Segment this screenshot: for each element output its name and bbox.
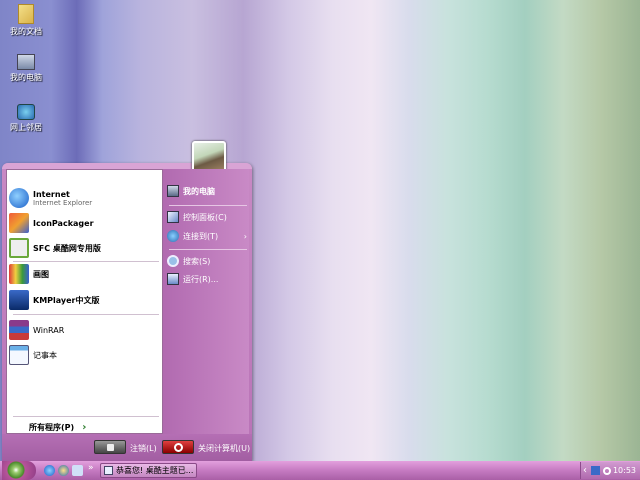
shutdown-button[interactable] — [162, 440, 194, 454]
kmplayer-icon — [9, 290, 29, 310]
control-panel-icon — [167, 211, 179, 223]
start-item-kmplayer[interactable]: KMPlayer中文版 — [9, 290, 159, 310]
desktop-icon-label: 网上邻居 — [10, 123, 42, 132]
start-item-internet[interactable]: Internet Internet Explorer — [9, 188, 159, 208]
start-item-label: WinRAR — [33, 325, 65, 335]
winrar-icon — [9, 320, 29, 340]
start-item-sublabel: Internet Explorer — [33, 198, 93, 207]
sfc-icon — [9, 238, 29, 258]
start-item-label: SFC 桌酷网专用版 — [33, 243, 101, 253]
place-label: 连接到(T) — [183, 231, 219, 241]
shutdown-label[interactable]: 关闭计算机(U) — [198, 443, 250, 454]
taskbar: » 恭喜您! 桌酷主题已... ‹ 10:53 — [0, 461, 640, 480]
all-programs-label: 所有程序(P) — [29, 423, 75, 432]
my-documents-icon — [18, 4, 34, 24]
place-label: 运行(R)... — [183, 274, 219, 284]
network-icon — [17, 104, 35, 120]
all-programs-button[interactable]: 所有程序(P) › — [29, 422, 179, 433]
places-divider — [169, 205, 247, 206]
search-icon — [167, 255, 179, 267]
place-connect-to[interactable]: 连接到(T) › — [167, 230, 247, 242]
recent-divider — [13, 314, 159, 315]
taskbar-window-label: 恭喜您! 桌酷主题已... — [116, 466, 194, 475]
start-menu: Internet Internet Explorer IconPackager … — [2, 141, 252, 461]
window-icon — [104, 466, 113, 475]
my-computer-icon — [17, 54, 35, 70]
place-my-computer[interactable]: 我的电脑 — [167, 185, 247, 197]
quicklaunch-expand-icon[interactable]: » — [88, 463, 94, 473]
notepad-icon — [9, 345, 29, 365]
desktop-quicklaunch-icon[interactable] — [72, 465, 83, 476]
connect-icon — [167, 230, 179, 242]
place-label: 控制面板(C) — [183, 212, 227, 222]
place-control-panel[interactable]: 控制面板(C) — [167, 211, 247, 223]
place-search[interactable]: 搜索(S) — [167, 255, 247, 267]
start-item-label: 画图 — [33, 269, 49, 279]
network-tray-icon[interactable] — [591, 466, 600, 475]
start-item-winrar[interactable]: WinRAR — [9, 320, 159, 340]
logoff-button[interactable] — [94, 440, 126, 454]
start-menu-programs-pane: Internet Internet Explorer IconPackager … — [6, 169, 163, 434]
start-item-label: 记事本 — [33, 350, 57, 360]
ie-icon — [9, 188, 29, 208]
computer-icon — [167, 185, 179, 197]
logoff-label[interactable]: 注销(L) — [130, 443, 157, 454]
start-button[interactable] — [2, 461, 36, 480]
clock[interactable]: 10:53 — [613, 466, 636, 475]
taskbar-window-button[interactable]: 恭喜您! 桌酷主题已... — [100, 463, 197, 478]
desktop-icon-network[interactable]: 网上邻居 — [4, 104, 48, 133]
start-item-sfc[interactable]: SFC 桌酷网专用版 — [9, 238, 159, 258]
start-menu-footer: 注销(L) 关闭计算机(U) — [2, 434, 252, 461]
all-programs-divider — [13, 416, 159, 417]
places-divider — [169, 249, 247, 250]
power-icon — [174, 443, 183, 452]
tray-expand-icon[interactable]: ‹ — [583, 465, 587, 476]
ie-quicklaunch-icon[interactable] — [44, 465, 55, 476]
desktop-icon-my-computer[interactable]: 我的电脑 — [4, 54, 48, 83]
volume-tray-icon[interactable] — [603, 466, 611, 475]
start-item-notepad[interactable]: 记事本 — [9, 345, 159, 365]
system-tray: ‹ 10:53 — [580, 462, 640, 479]
start-menu-places-pane: 我的电脑 控制面板(C) 连接到(T) › 搜索(S) 运行(R)... — [163, 169, 249, 434]
start-item-paint[interactable]: 画图 — [9, 264, 159, 284]
start-item-label: Internet — [33, 189, 70, 199]
lock-icon — [107, 444, 114, 451]
start-item-label: KMPlayer中文版 — [33, 295, 100, 305]
desktop-icon-label: 我的电脑 — [10, 73, 42, 82]
desktop-icon-label: 我的文档 — [10, 27, 42, 36]
place-label: 我的电脑 — [183, 186, 215, 196]
arrow-right-icon: › — [82, 422, 87, 433]
run-icon — [167, 273, 179, 285]
start-item-iconpackager[interactable]: IconPackager — [9, 213, 159, 233]
place-run[interactable]: 运行(R)... — [167, 273, 247, 285]
start-item-label: IconPackager — [33, 218, 94, 228]
place-label: 搜索(S) — [183, 256, 211, 266]
browser-quicklaunch-icon[interactable] — [58, 465, 69, 476]
paint-icon — [9, 264, 29, 284]
desktop-icon-my-documents[interactable]: 我的文档 — [4, 4, 48, 37]
iconpackager-icon — [9, 213, 29, 233]
submenu-arrow-icon: › — [243, 231, 247, 241]
pinned-divider — [13, 261, 159, 262]
